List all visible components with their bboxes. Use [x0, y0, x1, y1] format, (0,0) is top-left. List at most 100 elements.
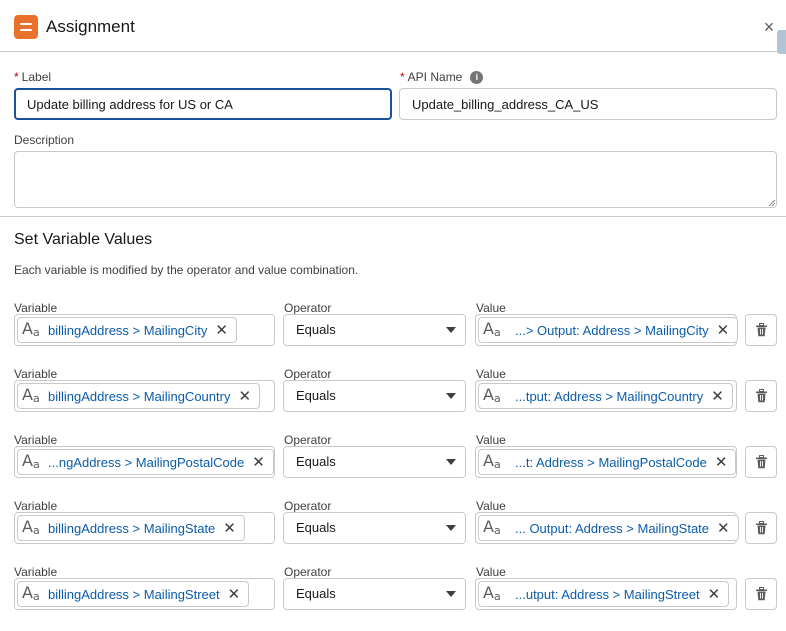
label-input[interactable]: [14, 88, 392, 120]
close-icon[interactable]: ✕: [223, 521, 236, 536]
close-icon[interactable]: ✕: [711, 389, 724, 404]
section-help-text: Each variable is modified by the operato…: [14, 263, 359, 277]
close-icon[interactable]: ✕: [708, 587, 721, 602]
operator-label: Operator: [284, 565, 332, 579]
close-icon[interactable]: ✕: [228, 587, 241, 602]
variable-label: Variable: [14, 301, 58, 315]
variable-lookup[interactable]: Aa billingAddress > MailingState ✕: [14, 512, 275, 544]
value-pill-label: ...> Output: Address > MailingCity: [515, 322, 709, 338]
value-lookup[interactable]: Aa ...> Output: Address > MailingCity ✕: [475, 314, 739, 346]
section-title: Set Variable Values: [14, 231, 153, 248]
operator-label: Operator: [284, 499, 332, 513]
value-label: Value: [476, 367, 506, 381]
trash-icon: [756, 455, 767, 469]
variable-lookup[interactable]: Aa billingAddress > MailingCountry ✕: [14, 380, 275, 412]
description-label: Description: [14, 133, 75, 147]
variable-label: Variable: [14, 433, 58, 447]
assignment-row: Variable Operator Value Aa billingAddres…: [0, 565, 786, 631]
assignment-row: Variable Operator Value Aa billingAddres…: [0, 499, 786, 565]
value-pill-label: ... Output: Address > MailingState: [515, 520, 710, 536]
operator-select[interactable]: Equals: [283, 578, 466, 610]
variable-pill[interactable]: Aa billingAddress > MailingStreet ✕: [17, 581, 250, 607]
text-type-icon: Aa: [483, 451, 501, 471]
description-textarea[interactable]: [14, 151, 777, 208]
value-pill[interactable]: Aa ... Output: Address > MailingState ✕: [478, 515, 739, 541]
value-pill-label: ...tput: Address > MailingCountry: [515, 388, 704, 404]
variable-lookup[interactable]: Aa ...ngAddress > MailingPostalCode ✕: [14, 446, 275, 478]
variable-pill-label: ...ngAddress > MailingPostalCode: [48, 454, 245, 470]
label-field-label-text: Label: [21, 70, 52, 84]
variable-pill-label: billingAddress > MailingState: [48, 520, 216, 536]
close-button[interactable]: ×: [760, 16, 778, 38]
delete-row-button[interactable]: [745, 380, 777, 412]
close-icon[interactable]: ✕: [717, 323, 730, 338]
value-label: Value: [476, 433, 506, 447]
variable-label: Variable: [14, 499, 58, 513]
value-pill-label: ...t: Address > MailingPostalCode: [515, 454, 707, 470]
assignment-row: Variable Operator Value Aa ...ngAddress …: [0, 433, 786, 499]
text-type-icon: Aa: [483, 385, 501, 405]
delete-row-button[interactable]: [745, 446, 777, 478]
delete-row-button[interactable]: [745, 578, 777, 610]
required-marker: *: [14, 70, 19, 84]
delete-row-button[interactable]: [745, 512, 777, 544]
operator-select[interactable]: Equals: [283, 380, 466, 412]
operator-label: Operator: [284, 433, 332, 447]
value-lookup[interactable]: Aa ...tput: Address > MailingCountry ✕: [475, 380, 737, 412]
value-pill[interactable]: Aa ...utput: Address > MailingStreet ✕: [478, 581, 730, 607]
chevron-down-icon: [446, 591, 456, 597]
info-icon[interactable]: i: [470, 71, 484, 84]
value-label: Value: [476, 565, 506, 579]
value-lookup[interactable]: Aa ...t: Address > MailingPostalCode ✕: [475, 446, 737, 478]
close-icon[interactable]: ✕: [715, 455, 728, 470]
trash-icon: [756, 587, 767, 601]
text-type-icon: Aa: [483, 583, 501, 603]
assignment-icon: [14, 15, 38, 39]
operator-select[interactable]: Equals: [283, 512, 466, 544]
modal-title: Assignment: [46, 17, 135, 36]
operator-value: Equals: [296, 454, 336, 469]
value-pill[interactable]: Aa ...t: Address > MailingPostalCode ✕: [478, 449, 737, 475]
variable-pill[interactable]: Aa ...ngAddress > MailingPostalCode ✕: [17, 449, 274, 475]
variable-lookup[interactable]: Aa billingAddress > MailingCity ✕: [14, 314, 275, 346]
close-icon[interactable]: ✕: [238, 389, 251, 404]
close-icon[interactable]: ✕: [252, 455, 265, 470]
delete-row-button[interactable]: [745, 314, 777, 346]
operator-select[interactable]: Equals: [283, 446, 466, 478]
text-type-icon: Aa: [22, 385, 40, 405]
variable-pill-label: billingAddress > MailingStreet: [48, 586, 220, 602]
variable-pill[interactable]: Aa billingAddress > MailingState ✕: [17, 515, 245, 541]
value-lookup[interactable]: Aa ... Output: Address > MailingState ✕: [475, 512, 739, 544]
operator-select[interactable]: Equals: [283, 314, 466, 346]
close-icon[interactable]: ✕: [717, 521, 730, 536]
value-label: Value: [476, 301, 506, 315]
operator-value: Equals: [296, 388, 336, 403]
variable-label: Variable: [14, 367, 58, 381]
trash-icon: [756, 521, 767, 535]
chevron-down-icon: [446, 393, 456, 399]
text-type-icon: Aa: [22, 319, 40, 339]
side-panel-tab[interactable]: [777, 30, 786, 54]
operator-value: Equals: [296, 322, 336, 337]
api-name-field-label-text: API Name: [407, 70, 463, 84]
text-type-icon: Aa: [22, 517, 40, 537]
text-type-icon: Aa: [483, 517, 501, 537]
close-icon[interactable]: ✕: [215, 323, 228, 338]
variable-pill[interactable]: Aa billingAddress > MailingCity ✕: [17, 317, 237, 343]
variable-pill-label: billingAddress > MailingCountry: [48, 388, 231, 404]
value-pill[interactable]: Aa ...tput: Address > MailingCountry ✕: [478, 383, 733, 409]
value-lookup[interactable]: Aa ...utput: Address > MailingStreet ✕: [475, 578, 737, 610]
variable-pill[interactable]: Aa billingAddress > MailingCountry ✕: [17, 383, 261, 409]
operator-value: Equals: [296, 586, 336, 601]
text-type-icon: Aa: [22, 451, 40, 471]
api-name-field-label: * API Name i: [400, 70, 484, 84]
assignment-row: Variable Operator Value Aa billingAddres…: [0, 301, 786, 367]
section-divider: [0, 216, 786, 217]
value-pill[interactable]: Aa ...> Output: Address > MailingCity ✕: [478, 317, 739, 343]
resize-handle-icon[interactable]: [768, 199, 776, 207]
api-name-input[interactable]: [399, 88, 777, 120]
operator-label: Operator: [284, 301, 332, 315]
label-field-label: * Label: [14, 70, 51, 84]
chevron-down-icon: [446, 327, 456, 333]
variable-lookup[interactable]: Aa billingAddress > MailingStreet ✕: [14, 578, 275, 610]
